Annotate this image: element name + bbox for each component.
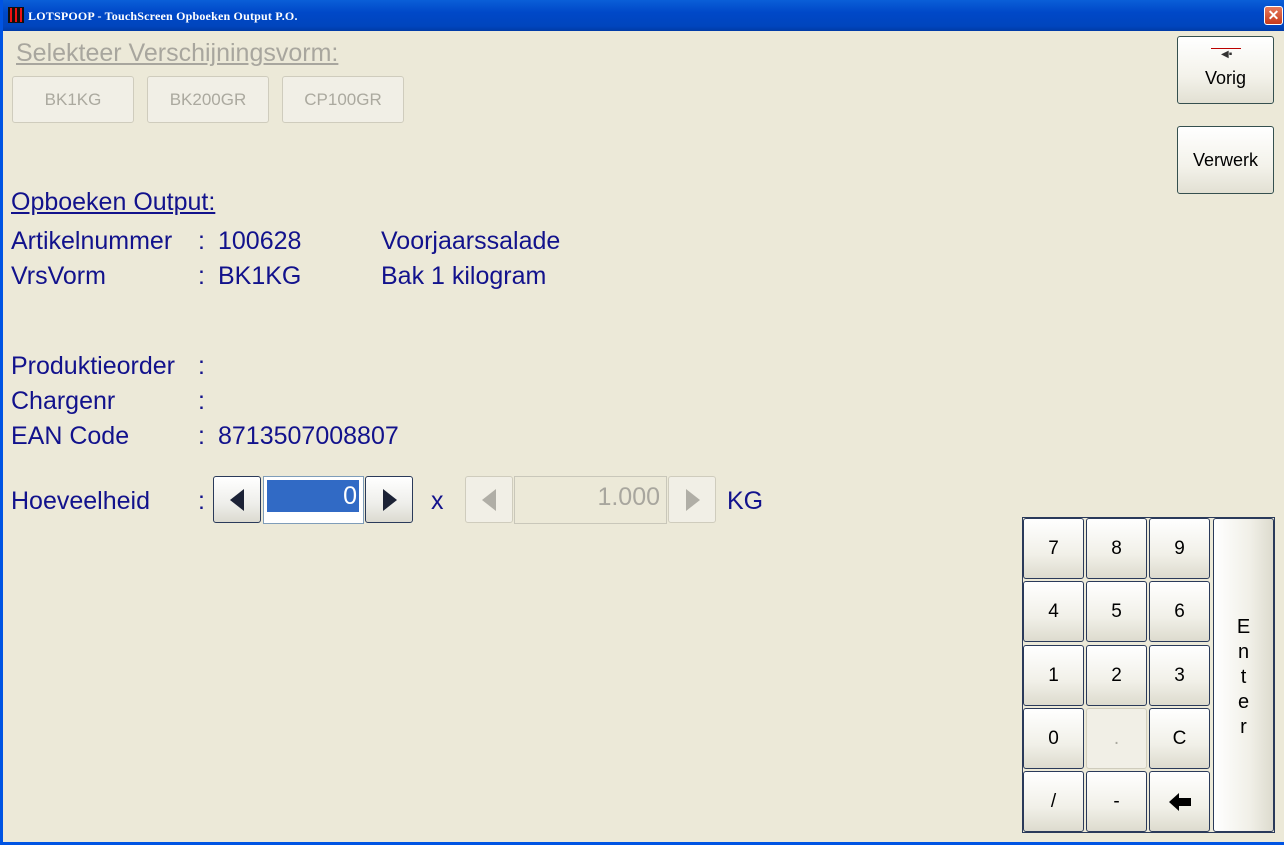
ean-value: 8713507008807 xyxy=(218,422,399,450)
quantity-decrement-button[interactable] xyxy=(213,476,261,523)
key-1[interactable]: 1 xyxy=(1023,645,1084,706)
key-5[interactable]: 5 xyxy=(1086,581,1147,642)
enter-letter: e xyxy=(1237,691,1250,713)
numeric-keypad: 7 8 9 4 5 6 1 2 3 0 . C / - E n t e r xyxy=(1022,517,1275,833)
enter-letter: E xyxy=(1236,616,1251,638)
key-7[interactable]: 7 xyxy=(1023,518,1084,579)
quantity-value: 0 xyxy=(267,480,359,512)
option-button-cp100gr[interactable]: CP100GR xyxy=(282,76,404,123)
vorig-label: Vorig xyxy=(1204,68,1247,88)
back-arrow-icon: ◀▪ xyxy=(1211,45,1241,60)
option-button-bk200gr[interactable]: BK200GR xyxy=(147,76,269,123)
artikel-value: 100628 xyxy=(218,227,302,255)
key-slash[interactable]: / xyxy=(1023,771,1084,832)
arrow-left-icon xyxy=(230,489,244,511)
key-backspace[interactable] xyxy=(1149,771,1210,832)
client-area: Selekteer Verschijningsvorm: BK1KG BK200… xyxy=(6,31,1284,842)
arrow-right-icon xyxy=(686,489,700,511)
produktieorder-label: Produktieorder xyxy=(11,352,175,380)
key-9[interactable]: 9 xyxy=(1149,518,1210,579)
quantity-sep: : xyxy=(198,487,205,515)
title-bar[interactable]: LOTSPOOP - TouchScreen Opboeken Output P… xyxy=(3,0,1284,31)
key-0[interactable]: 0 xyxy=(1023,708,1084,769)
unit-label: KG xyxy=(727,487,764,515)
vrsvorm-label: VrsVorm xyxy=(11,262,106,290)
app-icon xyxy=(8,7,24,23)
key-4[interactable]: 4 xyxy=(1023,581,1084,642)
select-form-title: Selekteer Verschijningsvorm: xyxy=(16,39,339,67)
enter-letter: r xyxy=(1240,716,1247,738)
key-2[interactable]: 2 xyxy=(1086,645,1147,706)
unit-decrement-button[interactable] xyxy=(465,476,513,523)
quantity-label: Hoeveelheid xyxy=(11,487,150,515)
option-button-bk1kg[interactable]: BK1KG xyxy=(12,76,134,123)
verwerk-button[interactable]: Verwerk xyxy=(1177,126,1274,194)
produktieorder-sep: : xyxy=(198,352,205,380)
artikel-label: Artikelnummer xyxy=(11,227,173,255)
backspace-arrow-icon xyxy=(1169,793,1191,811)
key-8[interactable]: 8 xyxy=(1086,518,1147,579)
close-icon[interactable]: ✕ xyxy=(1264,6,1283,25)
ean-label: EAN Code xyxy=(11,422,130,450)
app-window: LOTSPOOP - TouchScreen Opboeken Output P… xyxy=(0,0,1284,845)
key-clear[interactable]: C xyxy=(1149,708,1210,769)
window-title: LOTSPOOP - TouchScreen Opboeken Output P… xyxy=(28,9,298,23)
quantity-increment-button[interactable] xyxy=(365,476,413,523)
unit-increment-button[interactable] xyxy=(668,476,716,523)
key-decimal[interactable]: . xyxy=(1086,708,1147,769)
output-section-title: Opboeken Output: xyxy=(11,188,216,216)
artikel-sep: : xyxy=(198,227,205,255)
enter-key[interactable]: E n t e r xyxy=(1213,518,1274,832)
key-3[interactable]: 3 xyxy=(1149,645,1210,706)
vrsvorm-sep: : xyxy=(198,262,205,290)
quantity-input[interactable]: 0 xyxy=(263,476,364,524)
artikel-desc: Voorjaarssalade xyxy=(381,227,561,255)
chargenr-label: Chargenr xyxy=(11,387,116,415)
arrow-right-icon xyxy=(383,489,397,511)
key-6[interactable]: 6 xyxy=(1149,581,1210,642)
unit-quantity-field[interactable]: 1.000 xyxy=(514,476,667,524)
arrow-left-icon xyxy=(482,489,496,511)
enter-letter: n xyxy=(1237,641,1250,663)
vorig-button[interactable]: ◀▪ Vorig xyxy=(1177,36,1274,104)
chargenr-sep: : xyxy=(198,387,205,415)
key-minus[interactable]: - xyxy=(1086,771,1147,832)
enter-letter: t xyxy=(1240,666,1247,688)
vrsvorm-desc: Bak 1 kilogram xyxy=(381,262,547,290)
vrsvorm-value: BK1KG xyxy=(218,262,302,290)
times-sign: x xyxy=(431,487,444,515)
ean-sep: : xyxy=(198,422,205,450)
